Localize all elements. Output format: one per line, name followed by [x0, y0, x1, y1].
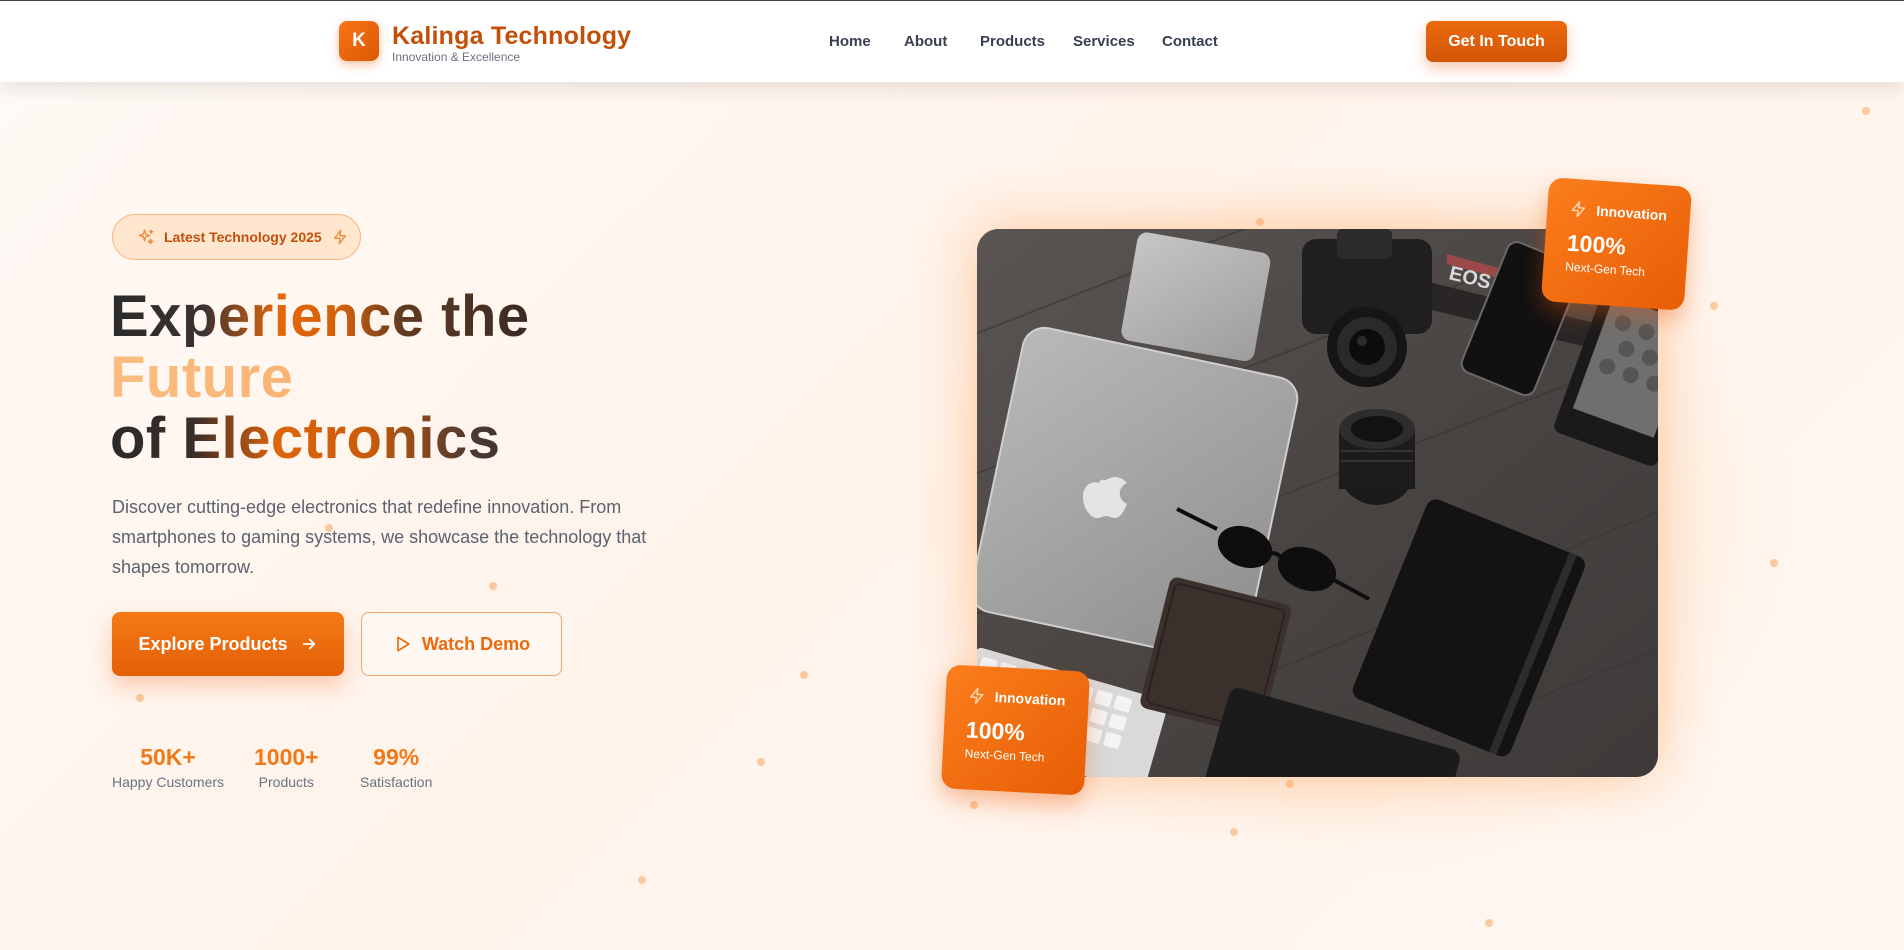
stat-label: Happy Customers	[112, 774, 225, 790]
decor-dot	[489, 582, 497, 590]
badge-header: Innovation	[1569, 199, 1691, 227]
window-top-border	[0, 0, 1904, 1]
explore-products-label: Explore Products	[138, 633, 288, 654]
headline-line-2: Future	[110, 347, 530, 408]
headline-line-1: Experience the	[110, 284, 530, 349]
hero-description: Discover cutting-edge electronics that r…	[112, 497, 647, 577]
bolt-icon	[333, 229, 346, 245]
stat-value: 50K+	[140, 744, 196, 770]
stat-label: Satisfaction	[360, 774, 433, 790]
badge-header: Innovation	[967, 685, 1089, 711]
decor-dot	[970, 801, 978, 809]
stat-label: Products	[258, 774, 314, 790]
decor-dot	[638, 876, 646, 884]
decor-dot	[1862, 107, 1870, 115]
stat-products: 1000+ Products	[254, 744, 319, 790]
stat-value: 1000+	[254, 744, 319, 770]
nav-link-home[interactable]: Home	[829, 33, 871, 50]
nav-link-products[interactable]: Products	[980, 33, 1045, 50]
brand-name[interactable]: Kalinga Technology	[392, 22, 631, 51]
headline-line-3: of Electronics	[110, 408, 530, 469]
nav-link-services[interactable]: Services	[1073, 33, 1135, 50]
decor-dot	[1485, 919, 1493, 927]
badge-value: 100%	[965, 716, 1026, 746]
stat-satisfaction: 99% Satisfaction	[360, 744, 432, 790]
bolt-icon	[1571, 201, 1586, 218]
innovation-badge-top: Innovation 100% Next-Gen Tech	[1540, 177, 1693, 311]
nav-link-about[interactable]: About	[904, 33, 947, 50]
watch-demo-button[interactable]: Watch Demo	[361, 612, 562, 676]
top-navbar: K Kalinga Technology Innovation & Excell…	[0, 1, 1904, 82]
decor-dot	[757, 758, 765, 766]
innovation-badge-bottom: Innovation 100% Next-Gen Tech	[940, 664, 1091, 796]
badge-subtitle: Next-Gen Tech	[964, 746, 1045, 765]
badge-title: Innovation	[1595, 202, 1668, 224]
stat-value: 99%	[373, 744, 420, 770]
get-in-touch-button[interactable]: Get In Touch	[1426, 21, 1567, 62]
brand-tagline: Innovation & Excellence	[392, 50, 521, 64]
logo-badge[interactable]: K	[339, 21, 379, 61]
nav-link-contact[interactable]: Contact	[1162, 33, 1218, 50]
play-icon	[396, 636, 410, 652]
bolt-icon	[969, 687, 984, 705]
watch-demo-label: Watch Demo	[421, 633, 531, 654]
latest-tech-pill: Latest Technology 2025	[112, 214, 361, 260]
latest-tech-label: Latest Technology 2025	[164, 229, 322, 245]
hero-headline: Experience the Future of Electronics	[110, 286, 530, 469]
decor-dot	[136, 694, 144, 702]
badge-value: 100%	[1566, 229, 1627, 260]
arrow-right-icon	[302, 638, 315, 650]
decor-dot	[800, 671, 808, 679]
sparkles-icon	[138, 229, 154, 245]
badge-title: Innovation	[994, 688, 1066, 709]
stat-happy-customers: 50K+ Happy Customers	[112, 744, 224, 790]
explore-products-button[interactable]: Explore Products	[112, 612, 344, 676]
